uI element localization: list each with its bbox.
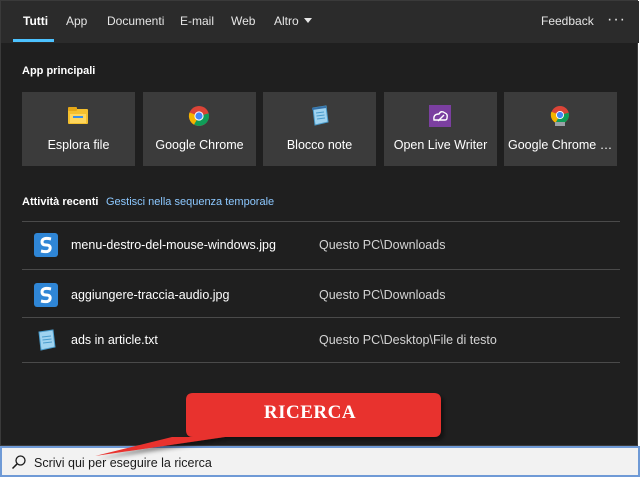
active-tab-indicator bbox=[13, 39, 54, 42]
app-tile-label: Google Chrome bbox=[155, 138, 244, 152]
divider bbox=[22, 269, 620, 270]
recent-item-name: aggiungere-traccia-audio.jpg bbox=[71, 288, 230, 302]
tab-documenti[interactable]: Documenti bbox=[107, 14, 164, 28]
search-panel: Tutti App Documenti E-mail Web Altro Fee… bbox=[0, 0, 639, 446]
live-writer-icon bbox=[429, 105, 451, 127]
search-input[interactable] bbox=[34, 454, 594, 472]
app-tile-blocco-note[interactable]: Blocco note bbox=[263, 92, 376, 166]
callout-label: RICERCA bbox=[263, 402, 357, 423]
recent-item[interactable]: aggiungere-traccia-audio.jpg Questo PC\D… bbox=[22, 273, 620, 317]
tab-altro[interactable]: Altro bbox=[274, 14, 312, 28]
feedback-button[interactable]: Feedback bbox=[541, 14, 594, 28]
app-tile-label: Google Chrome B... bbox=[508, 138, 613, 152]
divider bbox=[22, 362, 620, 363]
recent-item-path: Questo PC\Downloads bbox=[319, 288, 446, 302]
app-tile-label: Open Live Writer bbox=[393, 138, 488, 152]
search-icon bbox=[11, 455, 26, 470]
chevron-down-icon bbox=[303, 18, 312, 23]
folder-icon bbox=[68, 107, 88, 124]
recent-item-name: ads in article.txt bbox=[71, 333, 158, 347]
tab-tutti[interactable]: Tutti bbox=[23, 14, 48, 28]
tab-altro-label: Altro bbox=[274, 14, 299, 28]
recent-item-path: Questo PC\Desktop\File di testo bbox=[319, 333, 497, 347]
app-tile-google-chrome-beta[interactable]: Google Chrome B... bbox=[504, 92, 617, 166]
search-box[interactable] bbox=[0, 446, 640, 477]
recent-activity-title: Attività recenti bbox=[22, 196, 99, 208]
top-bar: Tutti App Documenti E-mail Web Altro Fee… bbox=[1, 1, 639, 43]
divider bbox=[22, 221, 620, 222]
recent-item-path: Questo PC\Downloads bbox=[319, 238, 446, 252]
manage-timeline-link[interactable]: Gestisci nella sequenza temporale bbox=[106, 196, 274, 208]
app-tile-label: Blocco note bbox=[286, 138, 353, 152]
snagit-icon bbox=[34, 233, 58, 257]
tab-email[interactable]: E-mail bbox=[180, 14, 214, 28]
app-tile-open-live-writer[interactable]: Open Live Writer bbox=[384, 92, 497, 166]
tab-app[interactable]: App bbox=[66, 14, 87, 28]
chrome-beta-icon bbox=[550, 106, 570, 126]
top-apps-title: App principali bbox=[22, 65, 96, 77]
recent-item-name: menu-destro-del-mouse-windows.jpg bbox=[71, 238, 276, 252]
notepad-icon bbox=[38, 329, 56, 351]
app-tile-esplora-file[interactable]: Esplora file bbox=[22, 92, 135, 166]
app-tile-label: Esplora file bbox=[47, 138, 110, 152]
more-horizontal-icon[interactable]: ··· bbox=[607, 11, 626, 29]
app-tile-google-chrome[interactable]: Google Chrome bbox=[143, 92, 256, 166]
chrome-icon bbox=[188, 106, 210, 127]
snagit-icon bbox=[34, 283, 58, 307]
recent-item[interactable]: ads in article.txt Questo PC\Desktop\Fil… bbox=[22, 318, 620, 362]
recent-item[interactable]: menu-destro-del-mouse-windows.jpg Questo… bbox=[22, 223, 620, 267]
notepad-icon bbox=[311, 105, 329, 126]
tab-web[interactable]: Web bbox=[231, 14, 255, 28]
